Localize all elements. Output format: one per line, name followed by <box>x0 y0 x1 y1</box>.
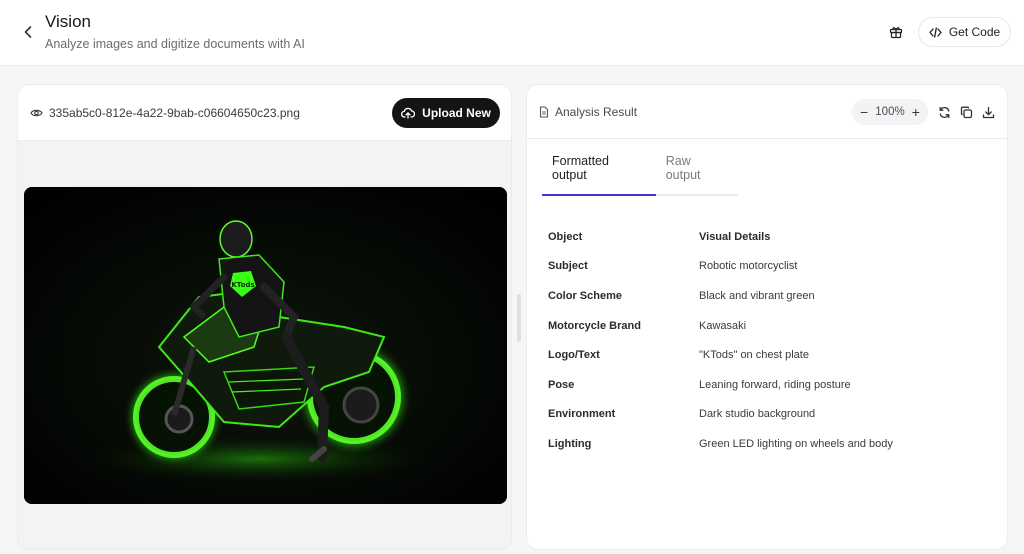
row-value: Robotic motorcyclist <box>699 260 798 273</box>
tab-raw-output[interactable]: Raw output <box>656 154 738 194</box>
chevron-left-icon <box>24 26 32 38</box>
result-toolbar: Analysis Result − 100% + <box>527 85 1007 139</box>
cloud-upload-icon <box>401 107 416 119</box>
code-icon <box>929 26 942 38</box>
zoom-level: 100% <box>875 106 905 118</box>
document-icon <box>539 106 549 118</box>
panel-resize-handle[interactable] <box>517 294 521 342</box>
table-row: Logo/Text "KTods" on chest plate <box>548 340 988 370</box>
column-header: Visual Details <box>699 230 771 243</box>
back-button[interactable] <box>18 22 38 42</box>
page-title: Vision <box>45 12 91 31</box>
eye-icon <box>30 109 43 117</box>
image-toolbar: 335ab5c0-812e-4a22-9bab-c06604650c23.png… <box>18 85 511 141</box>
row-value: Green LED lighting on wheels and body <box>699 437 893 450</box>
output-tabs: Formatted output Raw output <box>542 154 738 196</box>
upload-new-label: Upload New <box>422 106 491 120</box>
zoom-control: − 100% + <box>852 99 928 125</box>
row-key: Subject <box>548 260 588 273</box>
gift-button[interactable] <box>882 20 910 44</box>
row-value: "KTods" on chest plate <box>699 349 809 362</box>
file-name-row: 335ab5c0-812e-4a22-9bab-c06604650c23.png <box>30 106 300 120</box>
column-header: Object <box>548 230 583 243</box>
robot-motorcyclist-image: KTods <box>24 187 507 504</box>
page-subtitle: Analyze images and digitize documents wi… <box>45 37 305 51</box>
upload-new-button[interactable]: Upload New <box>392 98 500 128</box>
row-value: Leaning forward, riding posture <box>699 378 851 391</box>
row-key: Environment <box>548 408 616 421</box>
row-value: Kawasaki <box>699 319 747 332</box>
row-value: Dark studio background <box>699 408 816 421</box>
row-value: Black and vibrant green <box>699 289 815 302</box>
analysis-table: Object Visual Details Subject Robotic mo… <box>548 222 988 459</box>
table-row: Environment Dark studio background <box>548 400 988 430</box>
table-row: Subject Robotic motorcyclist <box>548 252 988 282</box>
chest-logo-text: KTods <box>231 281 254 289</box>
zoom-in-button[interactable]: + <box>912 105 920 119</box>
analysis-result-header: Analysis Result <box>539 105 637 119</box>
table-row: Motorcycle Brand Kawasaki <box>548 311 988 341</box>
image-preview-panel: 335ab5c0-812e-4a22-9bab-c06604650c23.png… <box>17 84 512 550</box>
get-code-label: Get Code <box>948 25 1001 39</box>
tab-formatted-output[interactable]: Formatted output <box>542 154 656 196</box>
app-header: Vision Analyze images and digitize docum… <box>0 0 1024 66</box>
analysis-result-label: Analysis Result <box>555 105 638 119</box>
table-row: Lighting Green LED lighting on wheels an… <box>548 429 988 459</box>
copy-icon <box>960 106 972 118</box>
refresh-button[interactable] <box>936 104 952 120</box>
row-key: Pose <box>548 378 575 391</box>
table-row: Pose Leaning forward, riding posture <box>548 370 988 400</box>
zoom-out-button[interactable]: − <box>860 105 868 119</box>
uploaded-image: KTods <box>24 187 507 504</box>
file-name: 335ab5c0-812e-4a22-9bab-c06604650c23.png <box>49 106 300 120</box>
download-button[interactable] <box>980 104 996 120</box>
get-code-button[interactable]: Get Code <box>918 17 1011 47</box>
row-key: Motorcycle Brand <box>548 319 641 332</box>
analysis-result-panel: Analysis Result − 100% + Formatted outpu… <box>526 84 1008 550</box>
copy-button[interactable] <box>958 104 974 120</box>
refresh-icon <box>939 106 949 118</box>
download-icon <box>982 106 994 118</box>
row-key: Logo/Text <box>548 349 600 362</box>
row-key: Lighting <box>548 437 592 450</box>
table-header-row: Object Visual Details <box>548 222 988 252</box>
table-row: Color Scheme Black and vibrant green <box>548 281 988 311</box>
row-key: Color Scheme <box>548 289 622 302</box>
gift-icon <box>889 27 903 39</box>
